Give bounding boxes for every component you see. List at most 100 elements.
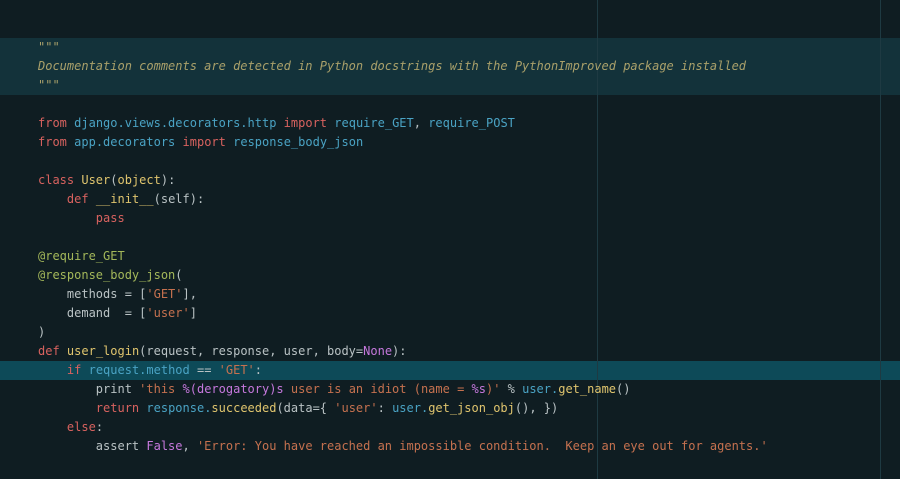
code-token: require_POST [428,116,515,130]
code-line[interactable]: from app.decorators import response_body… [38,133,768,152]
code-token: , [413,116,429,130]
code-token: assert [38,439,147,453]
code-token: : [377,401,393,415]
code-token: get_json_obj [428,401,515,415]
code-token: (request, response, user, body= [139,344,364,358]
code-token: (), }) [514,401,559,415]
code-token: 'Error: You have reached an impossible c… [196,439,768,453]
code-line[interactable]: else: [38,418,768,437]
code-token: 'this [139,382,183,396]
code-token: None [363,344,393,358]
code-token: User [81,173,111,187]
code-line[interactable]: demand = ['user'] [38,304,768,323]
code-token: , [182,439,197,453]
code-line[interactable]: print 'this %(derogatory)s user is an id… [38,380,768,399]
code-token: 'GET' [146,287,183,301]
code-token: else [66,420,96,434]
code-token: %s [471,382,486,396]
code-token: ] [189,306,197,320]
code-token: ( [110,173,118,187]
code-token: 'user' [146,306,190,320]
code-token: ( [175,268,183,282]
code-token: print [38,382,140,396]
code-token: ], [182,287,197,301]
code-editor[interactable]: """ Documentation comments are detected i… [0,0,900,479]
code-token: """ [38,40,60,54]
code-line[interactable] [38,152,768,171]
code-token: %(derogatory)s [182,382,284,396]
code-token: ): [160,173,176,187]
code-token: @require_GET [38,249,125,263]
code-line[interactable]: @require_GET [38,247,768,266]
code-line[interactable]: ) [38,323,768,342]
code-token: succeeded [211,401,277,415]
code-token: import [182,135,226,149]
code-line[interactable]: return response.succeeded(data={ 'user':… [38,399,768,418]
code-token: app.decorators [74,135,176,149]
code-token: ): [392,344,407,358]
code-line[interactable]: assert False, 'Error: You have reached a… [38,437,768,456]
code-token: methods = [ [38,287,147,301]
code-token: request.method [88,363,190,377]
code-token: def [66,192,89,206]
code-token: response. [146,401,212,415]
code-line[interactable]: if request.method == 'GET': [38,361,768,380]
code-token: 'user' [334,401,378,415]
code-token: False [146,439,183,453]
code-token: import [283,116,328,130]
column-ruler [880,0,881,479]
code-line[interactable] [38,95,768,114]
code-token: (self): [153,192,205,206]
code-line[interactable]: from django.views.decorators.http import… [38,114,768,133]
code-token: : [95,420,104,434]
code-line[interactable]: Documentation comments are detected in P… [38,57,768,76]
code-line[interactable]: def user_login(request, response, user, … [38,342,768,361]
code-token: if [66,363,82,377]
code-token: (data={ [276,401,335,415]
code-line[interactable]: methods = ['GET'], [38,285,768,304]
code-token: __init__ [95,192,154,206]
code-token: def [38,344,60,358]
code-line[interactable] [38,228,768,247]
code-token: )' [485,382,501,396]
code-token: django.views.decorators.http [74,116,277,130]
code-token: get_name [558,382,617,396]
code-token: user. [392,401,429,415]
code-token: 'GET' [218,363,255,377]
code-token: demand = [ [38,306,147,320]
code-token: class [38,173,75,187]
code-token: == [189,363,219,377]
code-token: user. [522,382,559,396]
code-token: return [95,401,140,415]
code-token: : [254,363,263,377]
code-token: from [38,116,67,130]
code-content[interactable]: """ Documentation comments are detected i… [38,38,768,456]
code-token: Documentation comments are detected in P… [38,59,747,73]
code-token: @response_body_json [38,268,176,282]
code-token: from [38,135,67,149]
code-token: """ [38,78,60,92]
code-token: ) [38,325,46,339]
code-token: user is an idiot (name = [283,382,472,396]
code-token: user_login [66,344,140,358]
code-token: % [500,382,523,396]
code-token: require_GET [334,116,414,130]
code-line[interactable]: def __init__(self): [38,190,768,209]
code-line[interactable]: """ [38,38,768,57]
code-line[interactable]: class User(object): [38,171,768,190]
code-line[interactable]: pass [38,209,768,228]
code-token: pass [95,211,125,225]
code-token: () [616,382,631,396]
code-line[interactable]: @response_body_json( [38,266,768,285]
code-line[interactable]: """ [38,76,768,95]
code-token: object [117,173,161,187]
